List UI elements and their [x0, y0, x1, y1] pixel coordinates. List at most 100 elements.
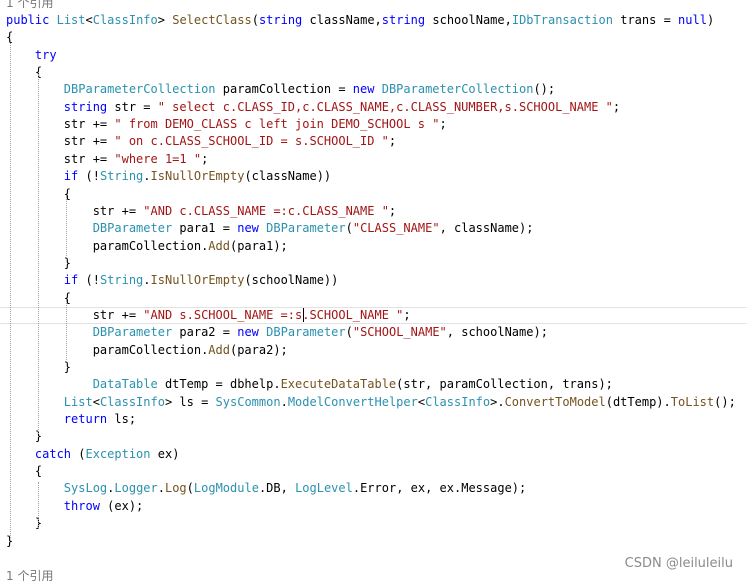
- code-token: (schoolName)): [244, 273, 339, 288]
- code-token: str +=: [6, 203, 144, 218]
- code-token: (!: [78, 169, 100, 184]
- code-token: , className);: [439, 221, 534, 236]
- code-token: return: [63, 412, 108, 427]
- code-token: >: [157, 13, 173, 27]
- code-token: ();: [714, 394, 736, 409]
- code-token: str +=: [6, 307, 144, 322]
- codelens-reference-count[interactable]: 1 个引用: [6, 568, 53, 585]
- code-token: ex): [150, 446, 180, 461]
- code-line[interactable]: {: [6, 463, 42, 480]
- code-token: DBParameterCollection: [381, 82, 534, 97]
- code-token: "SCHOOL_NAME": [352, 325, 447, 340]
- code-token: ;: [403, 307, 411, 322]
- indent-guide: [38, 74, 39, 434]
- code-token: DBParameter: [266, 221, 346, 236]
- code-token: (: [345, 325, 353, 340]
- code-token: (para1);: [229, 238, 288, 253]
- codelens-reference-count[interactable]: 1 个引用: [6, 0, 53, 12]
- code-line[interactable]: }: [6, 428, 42, 445]
- code-token: List: [56, 13, 86, 27]
- code-line[interactable]: DBParameter para2 = new DBParameter("SCH…: [6, 324, 548, 341]
- code-line-current[interactable]: str += "AND s.SCHOOL_NAME =:s.SCHOOL_NAM…: [0, 306, 747, 324]
- code-line[interactable]: DBParameterCollection paramCollection = …: [6, 81, 555, 98]
- code-token: IDbTransaction: [511, 13, 613, 27]
- code-token: LogLevel: [295, 481, 353, 496]
- code-line[interactable]: List<ClassInfo> ls = SysCommon.ModelConv…: [6, 394, 736, 411]
- indent-guide: [66, 196, 67, 258]
- code-line[interactable]: }: [6, 515, 42, 532]
- code-token: SysLog: [63, 481, 108, 496]
- code-line[interactable]: public List<ClassInfo> SelectClass(strin…: [6, 12, 714, 29]
- code-token: (: [345, 221, 353, 236]
- code-token: " from DEMO_CLASS c left join DEMO_SCHOO…: [114, 117, 440, 132]
- code-line[interactable]: catch (Exception ex): [6, 446, 180, 463]
- code-line[interactable]: return ls;: [6, 411, 136, 428]
- code-token: public: [6, 13, 50, 27]
- code-token: List: [63, 394, 93, 409]
- code-token: paramCollection.: [6, 238, 209, 253]
- code-line[interactable]: if (!String.IsNullOrEmpty(className)): [6, 168, 331, 185]
- code-token: (: [71, 446, 86, 461]
- code-token: paramCollection.: [6, 342, 209, 357]
- code-token: (: [251, 13, 259, 27]
- code-line[interactable]: paramCollection.Add(para1);: [6, 238, 288, 255]
- code-editor[interactable]: 1 个引用 public List<ClassInfo> SelectClass…: [0, 0, 747, 583]
- code-line[interactable]: str += "AND c.CLASS_NAME =:c.CLASS_NAME …: [6, 203, 396, 220]
- code-line[interactable]: {: [6, 64, 42, 81]
- code-token: ;: [439, 117, 447, 132]
- code-token: DBParameter: [266, 325, 346, 340]
- code-token: para2 =: [172, 325, 238, 340]
- code-token: string: [258, 13, 303, 27]
- code-token: String: [99, 169, 144, 184]
- code-line[interactable]: DataTable dtTemp = dbhelp.ExecuteDataTab…: [6, 376, 613, 393]
- code-token: string: [63, 99, 108, 114]
- code-token: > ls =: [164, 394, 216, 409]
- code-token: Add: [208, 342, 230, 357]
- text-caret: [303, 308, 304, 323]
- code-token: }: [6, 516, 43, 531]
- code-token: DataTable: [92, 377, 158, 392]
- code-token: paramCollection =: [215, 82, 353, 97]
- code-token: (dtTemp).: [605, 394, 671, 409]
- code-line[interactable]: if (!String.IsNullOrEmpty(schoolName)): [6, 272, 339, 289]
- code-line[interactable]: SysLog.Logger.Log(LogModule.DB, LogLevel…: [6, 480, 526, 497]
- code-line[interactable]: str += "where 1=1 ";: [6, 151, 209, 168]
- code-token: ): [706, 13, 715, 27]
- code-token: "AND c.CLASS_NAME =:c.CLASS_NAME ": [143, 203, 389, 218]
- code-token: (!: [78, 273, 100, 288]
- code-token: }: [6, 429, 43, 444]
- code-token: null: [678, 13, 707, 27]
- code-line[interactable]: paramCollection.Add(para2);: [6, 342, 288, 359]
- code-token: catch: [34, 446, 72, 461]
- code-token: >.: [490, 394, 505, 409]
- code-line[interactable]: try: [6, 47, 57, 64]
- code-token: dtTemp = dbhelp.: [157, 377, 281, 392]
- code-line[interactable]: throw (ex);: [6, 498, 143, 515]
- code-line[interactable]: str += " from DEMO_CLASS c left join DEM…: [6, 116, 447, 133]
- code-token: str +=: [6, 117, 115, 132]
- code-token: .DB,: [258, 481, 296, 496]
- code-token: new: [237, 221, 259, 236]
- code-line[interactable]: str += " on c.CLASS_SCHOOL_ID = s.SCHOOL…: [6, 133, 396, 150]
- code-token: IsNullOrEmpty: [150, 169, 245, 184]
- code-token: .: [143, 169, 151, 184]
- code-token: string: [381, 13, 426, 27]
- code-token: new: [352, 82, 375, 97]
- code-token: <: [85, 13, 93, 27]
- code-line[interactable]: DBParameter para1 = new DBParameter("CLA…: [6, 220, 534, 237]
- code-token: (ex);: [99, 498, 144, 513]
- code-line[interactable]: string str = " select c.CLASS_ID,c.CLASS…: [6, 99, 620, 116]
- code-token: ();: [533, 82, 556, 97]
- indent-guide: [38, 482, 39, 528]
- code-token: Add: [208, 238, 230, 253]
- code-token: ConvertToModel: [504, 394, 606, 409]
